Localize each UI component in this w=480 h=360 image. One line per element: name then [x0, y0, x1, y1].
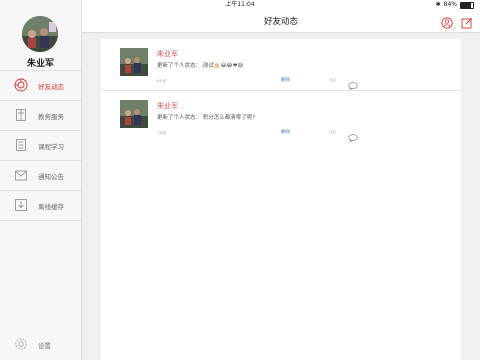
post-text: 更新了个人状态： 测试🎂😀😂❤😅 — [157, 61, 243, 69]
sidebar-item-label: 好友动态 — [38, 83, 64, 91]
envelope-icon — [14, 168, 28, 182]
comment-label[interactable]: 评论 — [329, 78, 336, 83]
top-bar: 好友动态 — [82, 10, 480, 33]
bluetooth-icon: ✱ — [435, 1, 441, 8]
sidebar-nav: 好友动态 教务服务 课程学习 通知公告 离线缓存 — [0, 70, 81, 221]
main-content: 朱业军 更新了个人状态： 测试🎂😀😂❤😅 8分前 删除 评论 朱业军 更新了个人… — [82, 33, 480, 360]
post-text: 更新了个人状态： 积分怎么都清零了呢? — [157, 115, 256, 121]
sidebar: 朱业军 好友动态 教务服务 课程学习 通知公告 离线缓存 设置 — [0, 0, 82, 360]
post-text-content: 更新了个人状态： 测试 — [157, 63, 214, 69]
delete-button[interactable]: 删除 — [281, 129, 290, 135]
post-author[interactable]: 朱业军 — [157, 101, 178, 111]
person-circle-icon[interactable] — [441, 14, 453, 29]
battery-label: 84% — [443, 1, 457, 8]
sidebar-item-label: 离线缓存 — [38, 203, 64, 211]
post-time: 8分前 — [157, 79, 167, 83]
sidebar-item-notices[interactable]: 通知公告 — [0, 160, 81, 190]
avatar[interactable] — [22, 16, 58, 52]
sidebar-item-offline-cache[interactable]: 离线缓存 — [0, 190, 81, 221]
post-avatar[interactable] — [120, 100, 148, 128]
compose-icon[interactable] — [461, 14, 473, 29]
courseware-icon — [14, 138, 28, 152]
feed-panel: 朱业军 更新了个人状态： 测试🎂😀😂❤😅 8分前 删除 评论 朱业军 更新了个人… — [101, 39, 461, 360]
username: 朱业军 — [26, 59, 54, 69]
feed-post: 朱业军 更新了个人状态： 积分怎么都清零了呢? 1天前 删除 评论 — [101, 90, 461, 143]
sidebar-item-course-study[interactable]: 课程学习 — [0, 130, 81, 160]
sidebar-item-friends-feed[interactable]: 好友动态 — [0, 70, 81, 100]
feed-post: 朱业军 更新了个人状态： 测试🎂😀😂❤😅 8分前 删除 评论 — [101, 39, 461, 91]
post-emoji: 🎂😀😂❤😅 — [213, 63, 244, 69]
comment-icon[interactable] — [348, 75, 358, 91]
sidebar-item-label: 通知公告 — [38, 173, 64, 181]
delete-button[interactable]: 删除 — [281, 77, 290, 83]
sidebar-item-academic-services[interactable]: 教务服务 — [0, 100, 81, 130]
comment-label[interactable]: 评论 — [329, 130, 336, 135]
post-avatar[interactable] — [120, 48, 148, 76]
gear-icon — [14, 337, 28, 351]
post-time: 1天前 — [157, 131, 167, 135]
post-author[interactable]: 朱业军 — [157, 49, 178, 59]
book-icon — [14, 108, 28, 122]
status-right: ✱ 84% — [436, 0, 474, 10]
settings-label: 设置 — [38, 342, 51, 350]
page-title: 好友动态 — [263, 17, 298, 27]
sidebar-item-label: 教务服务 — [38, 113, 64, 121]
friends-feed-icon — [14, 78, 28, 92]
settings-button[interactable]: 设置 — [0, 334, 81, 354]
comment-icon[interactable] — [348, 127, 358, 143]
sidebar-item-label: 课程学习 — [38, 143, 64, 151]
download-icon — [14, 198, 28, 212]
battery-icon — [460, 1, 474, 9]
